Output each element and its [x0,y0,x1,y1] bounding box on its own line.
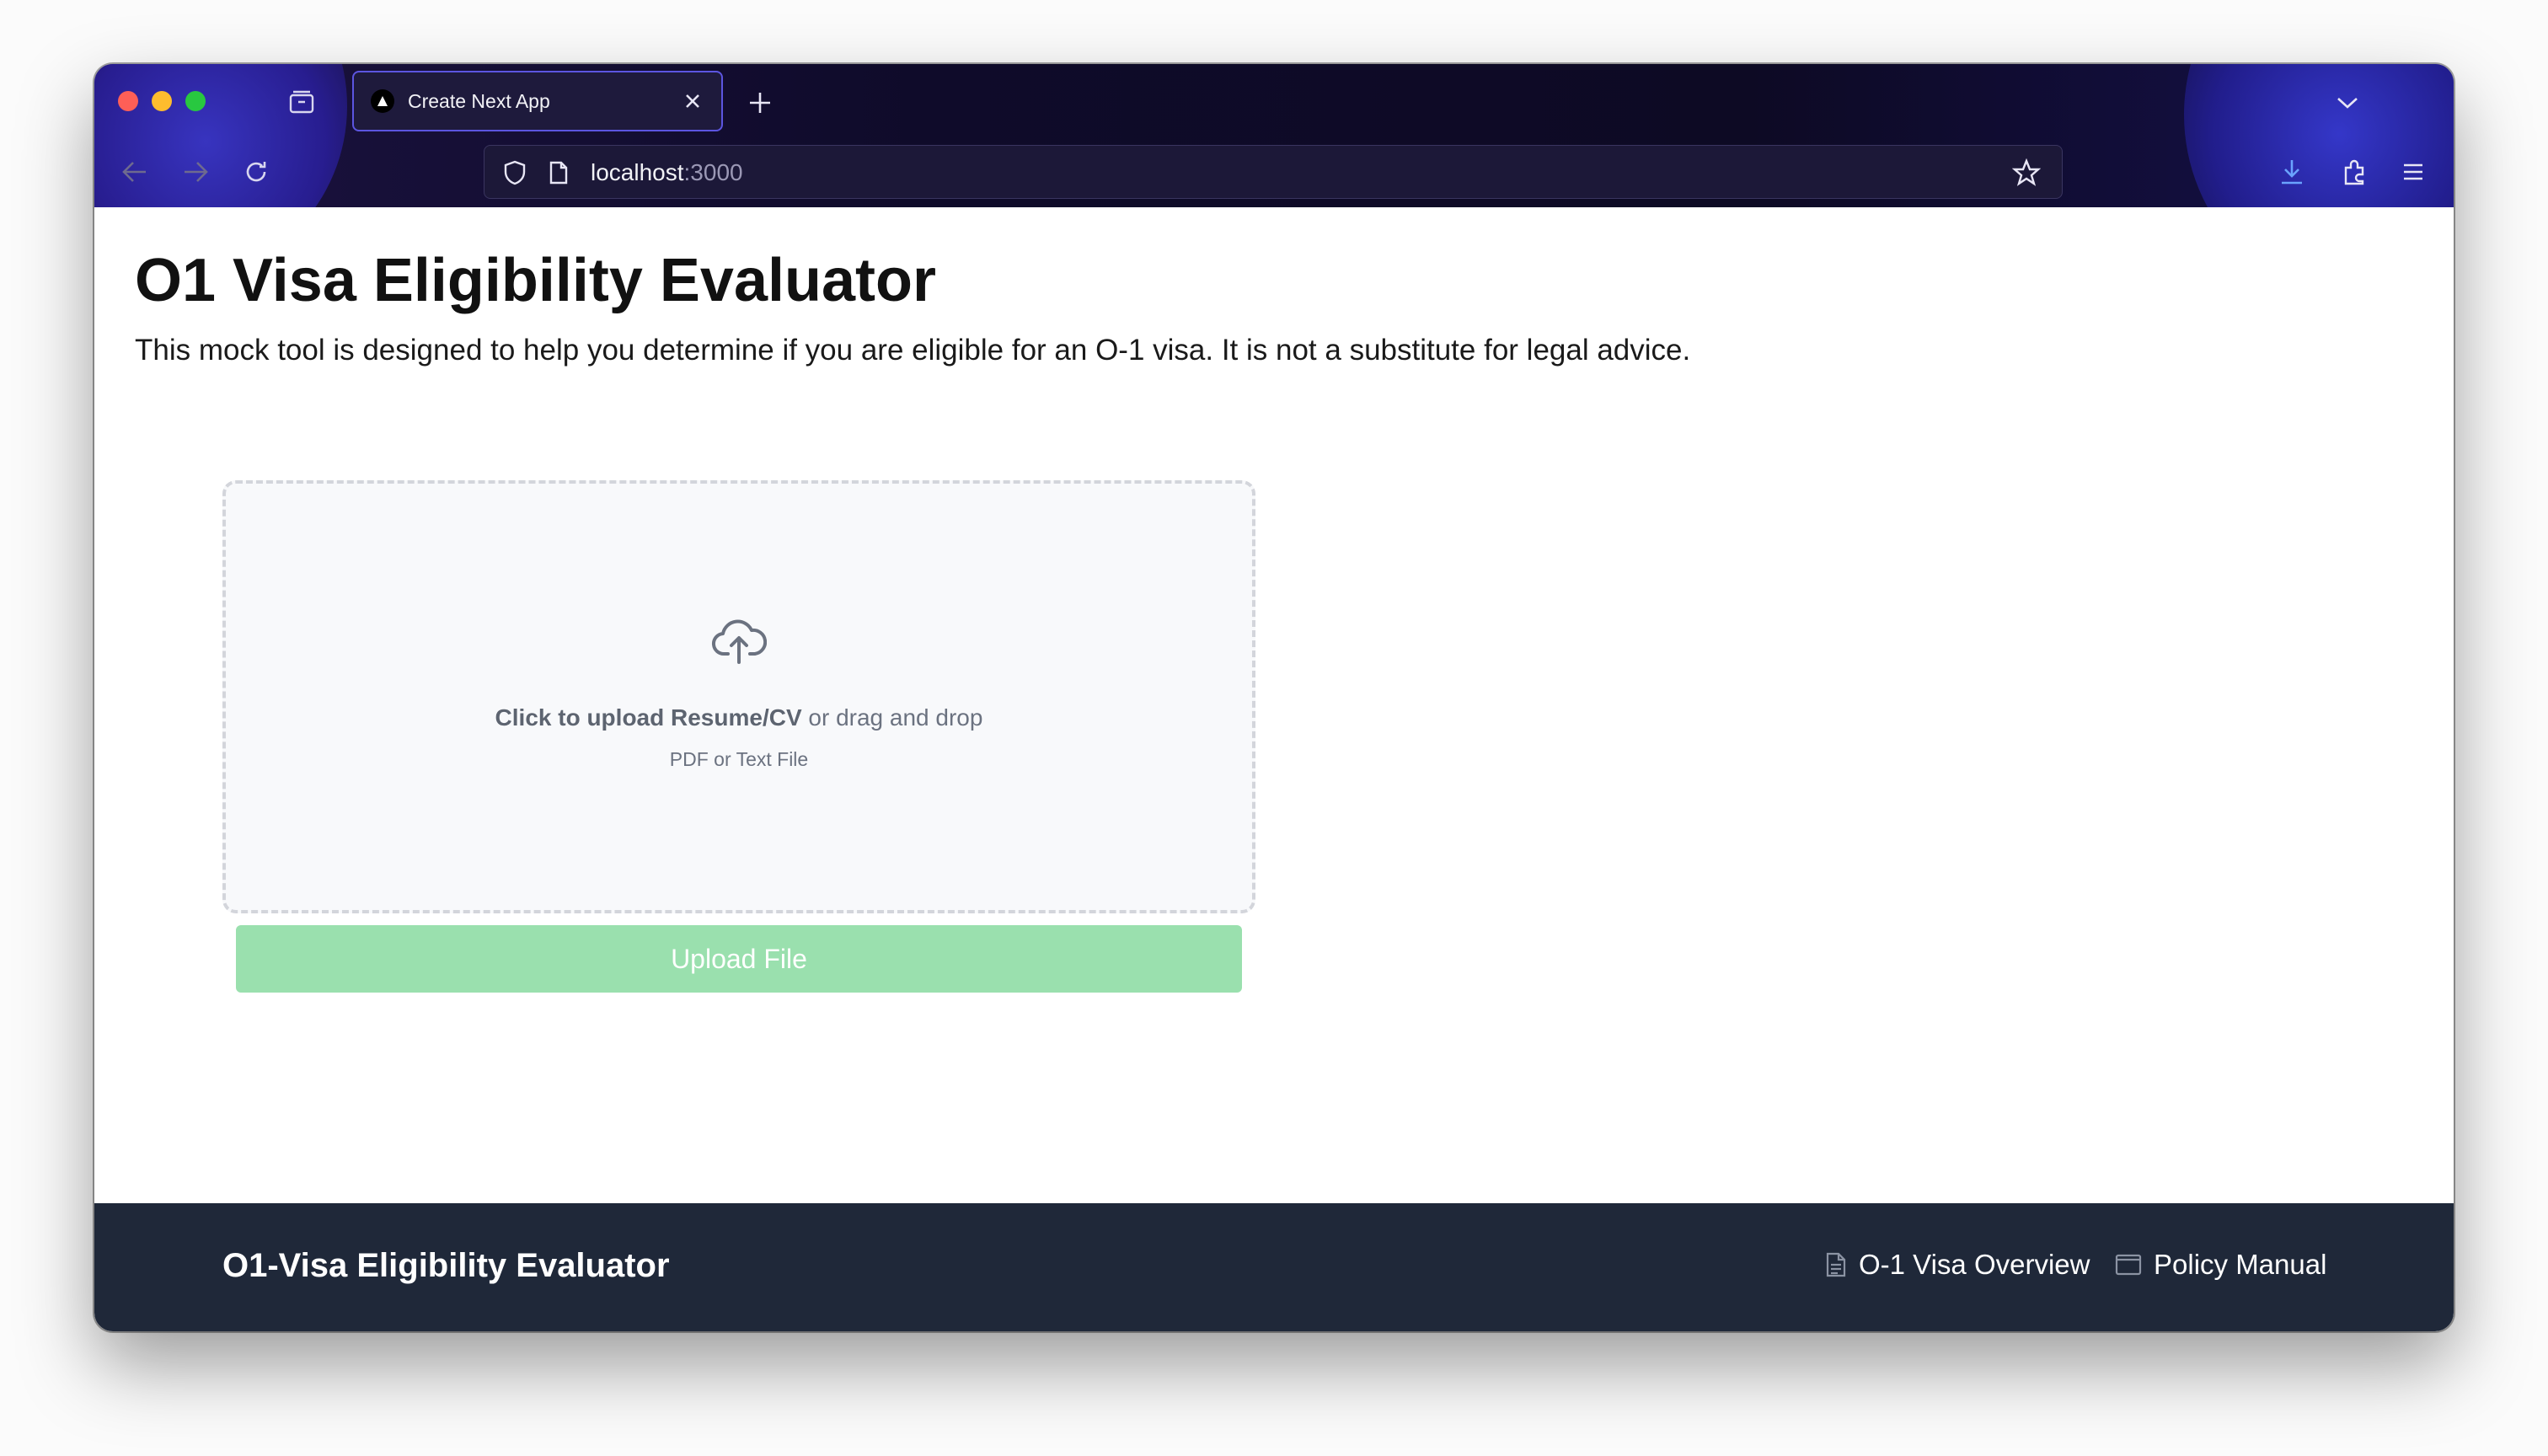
browser-chrome: Create Next App localhost:3000 [94,64,2454,207]
shield-icon[interactable] [500,158,530,188]
tab-close-icon[interactable] [679,88,706,115]
app-menu-hamburger-icon[interactable] [2395,153,2432,190]
footer-link-policy-manual[interactable]: Policy Manual [2115,1249,2326,1281]
url-port: :3000 [683,159,743,185]
address-bar[interactable]: localhost:3000 [484,145,2063,199]
tab-title: Create Next App [408,89,550,112]
page-content: O1 Visa Eligibility Evaluator This mock … [94,207,2454,1331]
downloads-icon[interactable] [2273,153,2310,190]
footer-brand: O1-Visa Eligibility Evaluator [222,1247,670,1284]
page-title: O1 Visa Eligibility Evaluator [135,247,937,314]
dropzone-click-text[interactable]: Click to upload Resume/CV [495,704,802,731]
browser-window: Create Next App localhost:3000 O1 Visa E… [94,64,2454,1331]
minimize-window-button[interactable] [152,91,172,111]
window-icon [2115,1254,2142,1276]
footer-link-label: O-1 Visa Overview [1859,1249,2090,1280]
bookmark-star-icon[interactable] [2010,156,2043,190]
page-info-icon[interactable] [543,158,574,188]
extensions-puzzle-icon[interactable] [2336,153,2373,190]
nextjs-favicon-icon [371,89,394,113]
forward-arrow-icon[interactable] [179,155,212,189]
resume-upload-dropzone[interactable]: Click to upload Resume/CV or drag and dr… [222,480,1255,913]
url-text[interactable]: localhost:3000 [591,159,743,186]
back-arrow-icon[interactable] [118,155,152,189]
url-host: localhost [591,159,684,185]
dropzone-instruction: Click to upload Resume/CV or drag and dr… [226,704,1252,731]
dropzone-file-types: PDF or Text File [669,748,809,770]
cloud-upload-icon [711,618,768,666]
footer: O1-Visa Eligibility Evaluator O-1 Visa O… [94,1203,2454,1331]
footer-link-label: Policy Manual [2154,1249,2327,1280]
reload-icon[interactable] [239,155,273,189]
upload-file-button[interactable]: Upload File [236,925,1242,993]
tab-groups-icon[interactable] [286,88,317,118]
page-description: This mock tool is designed to help you d… [135,334,1691,367]
document-icon [1826,1252,1846,1277]
footer-link-o1-visa-overview[interactable]: O-1 Visa Overview [1825,1249,2090,1281]
close-window-button[interactable] [118,91,138,111]
new-tab-plus-icon[interactable] [743,86,777,120]
tab-list-chevron-down-icon[interactable] [2331,86,2364,120]
zoom-window-button[interactable] [185,91,206,111]
tab-active[interactable]: Create Next App [352,71,723,131]
dropzone-drag-text: or drag and drop [801,704,983,731]
